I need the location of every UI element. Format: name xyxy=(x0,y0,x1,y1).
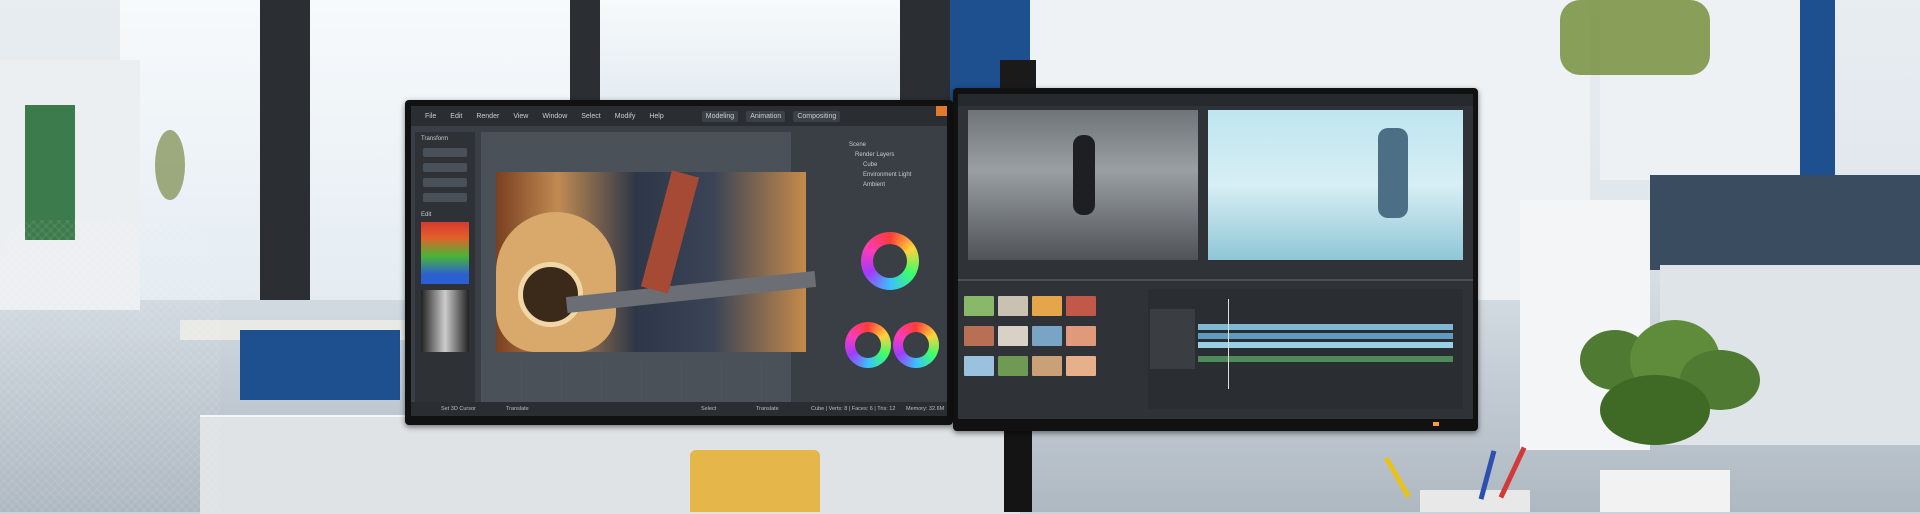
color-wheel-main[interactable] xyxy=(861,232,919,290)
timeline[interactable] xyxy=(1148,289,1463,409)
clip-thumbnail[interactable] xyxy=(1066,356,1096,376)
menu-window[interactable]: Window xyxy=(542,113,567,120)
clip-thumbnail[interactable] xyxy=(964,296,994,316)
status-translate-2: Translate xyxy=(756,406,779,412)
power-led xyxy=(1433,422,1439,426)
video-editor-menubar xyxy=(958,94,1473,106)
pen-cup xyxy=(1420,490,1530,512)
menu-modify[interactable]: Modify xyxy=(615,113,636,120)
guitar-strap xyxy=(640,170,700,294)
track-area xyxy=(1198,321,1453,365)
color-wheel-highlights[interactable] xyxy=(893,322,939,368)
scene-item-cube[interactable]: Cube xyxy=(863,162,919,168)
menu-select[interactable]: Select xyxy=(581,113,600,120)
rotate-field[interactable] xyxy=(423,163,467,172)
histogram-thumbnail xyxy=(421,222,469,284)
left-monitor: File Edit Render View Window Select Modi… xyxy=(405,100,953,425)
moss-art xyxy=(1560,0,1710,75)
transform-title: Transform xyxy=(421,136,449,142)
menu-render[interactable]: Render xyxy=(476,113,499,120)
status-stats: Cube | Verts: 8 | Faces: 6 | Tris: 12 xyxy=(811,406,896,412)
panel-divider xyxy=(958,279,1473,281)
status-set-cursor: Set 3D Cursor xyxy=(441,406,476,412)
tool-sidebar: Transform Edit xyxy=(415,132,475,402)
window-frame xyxy=(260,0,310,300)
source-monitor[interactable] xyxy=(968,110,1198,260)
scene-item-environment-light[interactable]: Environment Light xyxy=(863,172,919,178)
right-monitor xyxy=(953,88,1478,431)
window-pane xyxy=(600,0,900,100)
plant-pot xyxy=(1600,470,1730,512)
video-track[interactable] xyxy=(1198,333,1453,339)
scene-item-render-layers[interactable]: Render Layers xyxy=(855,152,927,158)
clip-thumbnail[interactable] xyxy=(998,296,1028,316)
window-frame xyxy=(900,0,950,110)
track-headers xyxy=(1150,309,1195,369)
status-translate: Translate xyxy=(506,406,529,412)
tab-modeling[interactable]: Modeling xyxy=(701,110,739,122)
status-bar: Set 3D Cursor Translate Select Translate… xyxy=(411,402,947,416)
menu-help[interactable]: Help xyxy=(649,113,663,120)
scene-panel: Scene Render Layers Cube Environment Lig… xyxy=(841,132,941,402)
clip-thumbnail[interactable] xyxy=(964,356,994,376)
translate-field[interactable] xyxy=(423,148,467,157)
clip-thumbnail[interactable] xyxy=(1032,326,1062,346)
guitar-soundhole xyxy=(518,262,583,327)
status-memory: Memory: 32.6M xyxy=(906,406,945,412)
potted-plant xyxy=(1560,320,1780,490)
edit-title: Edit xyxy=(421,212,432,218)
tab-compositing[interactable]: Compositing xyxy=(793,110,841,122)
menu-bar: File Edit Render View Window Select Modi… xyxy=(411,106,947,126)
left-screen: File Edit Render View Window Select Modi… xyxy=(411,106,947,416)
menu-edit[interactable]: Edit xyxy=(450,113,462,120)
waveform-thumbnail xyxy=(421,290,469,352)
clip-thumbnail[interactable] xyxy=(1066,326,1096,346)
wall-poster xyxy=(1650,175,1920,270)
viewport[interactable] xyxy=(481,132,817,402)
dancer-silhouette xyxy=(1073,135,1095,215)
color-wheel-center xyxy=(873,244,907,278)
video-track[interactable] xyxy=(1198,342,1453,348)
grid-floor xyxy=(481,362,791,402)
yellow-chair xyxy=(690,450,820,512)
clip-thumbnail[interactable] xyxy=(998,326,1028,346)
color-wheel-center xyxy=(903,332,929,358)
workspace-tabs: Modeling Animation Compositing xyxy=(694,110,841,122)
right-screen xyxy=(958,94,1473,419)
guitar-video-frame xyxy=(496,170,817,352)
clip-thumbnail[interactable] xyxy=(1032,356,1062,376)
tab-animation[interactable]: Animation xyxy=(746,110,786,122)
clip-thumbnail[interactable] xyxy=(1066,296,1096,316)
monitor-stand-pole xyxy=(1004,420,1032,512)
window-frame xyxy=(570,0,600,110)
media-bin xyxy=(962,294,1102,384)
desk xyxy=(200,415,1020,514)
corner-accent xyxy=(936,106,947,116)
audio-track[interactable] xyxy=(1198,356,1453,362)
playhead[interactable] xyxy=(1228,299,1229,389)
clip-thumbnail[interactable] xyxy=(998,356,1028,376)
plant-leaf xyxy=(1600,375,1710,445)
program-monitor[interactable] xyxy=(1208,110,1463,260)
blue-pillar xyxy=(1800,0,1835,180)
video-track[interactable] xyxy=(1198,324,1453,330)
scene-item-ambient[interactable]: Ambient xyxy=(863,182,919,188)
mirror-field[interactable] xyxy=(423,193,467,202)
menu-view[interactable]: View xyxy=(513,113,528,120)
scene-title: Scene xyxy=(849,142,867,148)
clip-thumbnail[interactable] xyxy=(1032,296,1062,316)
status-select: Select xyxy=(701,406,717,412)
color-wheel-center xyxy=(855,332,881,358)
scale-field[interactable] xyxy=(423,178,467,187)
plant-leaf xyxy=(155,130,185,200)
clip-thumbnail[interactable] xyxy=(964,326,994,346)
office-chair xyxy=(0,220,220,512)
color-wheel-shadows[interactable] xyxy=(845,322,891,368)
dancer-silhouette xyxy=(1378,128,1408,218)
menu-file[interactable]: File xyxy=(425,113,436,120)
blue-cabinet xyxy=(240,330,400,400)
